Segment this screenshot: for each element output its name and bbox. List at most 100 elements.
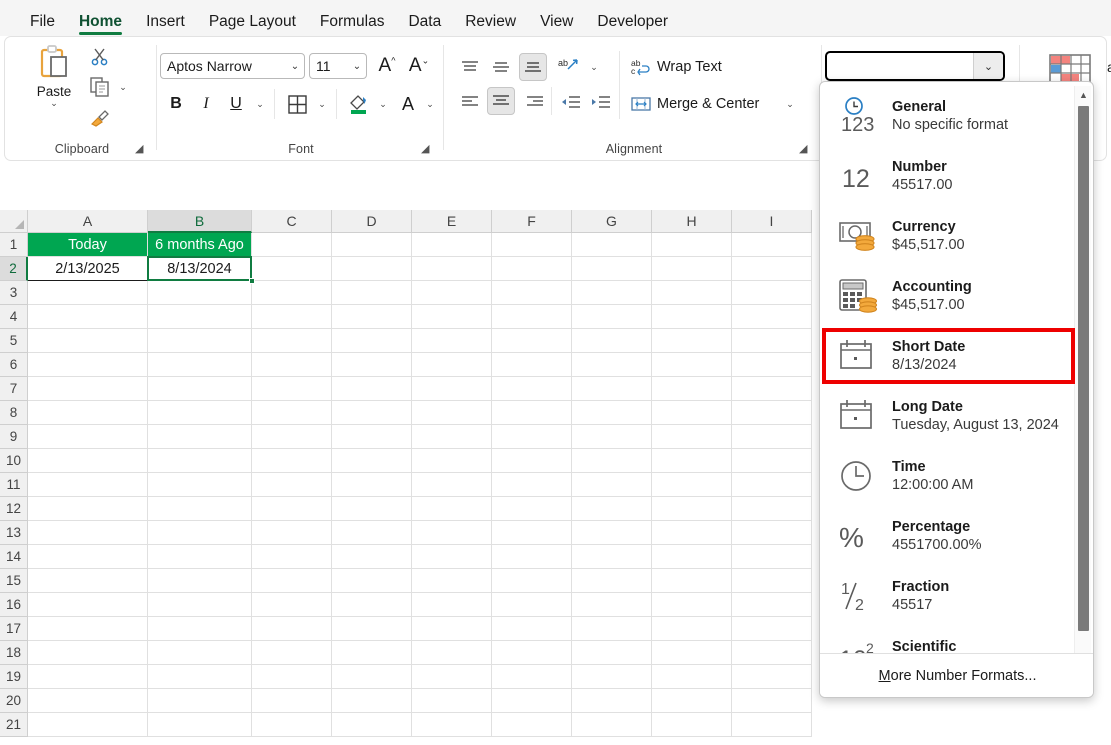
cell-D2[interactable] <box>332 257 412 281</box>
cell-H1[interactable] <box>652 233 732 257</box>
row-header-6[interactable]: 6 <box>0 353 28 377</box>
cell-F17[interactable] <box>492 617 572 641</box>
cell-B6[interactable] <box>148 353 252 377</box>
cell-B4[interactable] <box>148 305 252 329</box>
shrink-font-button[interactable]: A⌄ <box>405 53 433 79</box>
cell-H8[interactable] <box>652 401 732 425</box>
cell-G8[interactable] <box>572 401 652 425</box>
cell-E8[interactable] <box>412 401 492 425</box>
cell-B19[interactable] <box>148 665 252 689</box>
copy-chevron-down-icon[interactable]: ⌄ <box>114 73 132 101</box>
row-header-19[interactable]: 19 <box>0 665 28 689</box>
paste-chevron-down-icon[interactable]: ⌄ <box>50 99 58 108</box>
cell-H20[interactable] <box>652 689 732 713</box>
cell-I4[interactable] <box>732 305 812 329</box>
align-top-button[interactable] <box>457 55 483 79</box>
orientation-button[interactable]: ab <box>555 53 583 81</box>
cell-F12[interactable] <box>492 497 572 521</box>
column-header-a[interactable]: A <box>28 210 148 233</box>
cell-A6[interactable] <box>28 353 148 377</box>
cell-D4[interactable] <box>332 305 412 329</box>
row-header-11[interactable]: 11 <box>0 473 28 497</box>
cell-D12[interactable] <box>332 497 412 521</box>
cell-G13[interactable] <box>572 521 652 545</box>
cell-C10[interactable] <box>252 449 332 473</box>
cell-E16[interactable] <box>412 593 492 617</box>
cell-E20[interactable] <box>412 689 492 713</box>
cell-A3[interactable] <box>28 281 148 305</box>
cell-F11[interactable] <box>492 473 572 497</box>
italic-button[interactable]: I <box>193 91 219 117</box>
cell-I9[interactable] <box>732 425 812 449</box>
cell-C16[interactable] <box>252 593 332 617</box>
ribbon-tab-page-layout[interactable]: Page Layout <box>197 13 308 37</box>
cell-H16[interactable] <box>652 593 732 617</box>
cell-D21[interactable] <box>332 713 412 737</box>
row-header-7[interactable]: 7 <box>0 377 28 401</box>
cell-I16[interactable] <box>732 593 812 617</box>
chevron-down-icon[interactable]: ⌄ <box>973 53 1003 79</box>
decrease-indent-button[interactable] <box>558 89 584 115</box>
cell-C8[interactable] <box>252 401 332 425</box>
cell-D16[interactable] <box>332 593 412 617</box>
cell-H17[interactable] <box>652 617 732 641</box>
cell-A15[interactable] <box>28 569 148 593</box>
cell-C20[interactable] <box>252 689 332 713</box>
cell-E2[interactable] <box>412 257 492 281</box>
ribbon-tab-view[interactable]: View <box>528 13 585 37</box>
fill-color-chevron-down-icon[interactable]: ⌄ <box>374 91 392 117</box>
cell-G11[interactable] <box>572 473 652 497</box>
cell-I13[interactable] <box>732 521 812 545</box>
cell-C3[interactable] <box>252 281 332 305</box>
row-header-4[interactable]: 4 <box>0 305 28 329</box>
cut-button[interactable] <box>85 43 115 71</box>
cell-G16[interactable] <box>572 593 652 617</box>
cell-E14[interactable] <box>412 545 492 569</box>
cell-B16[interactable] <box>148 593 252 617</box>
row-header-10[interactable]: 10 <box>0 449 28 473</box>
cell-D6[interactable] <box>332 353 412 377</box>
align-bottom-button[interactable] <box>519 53 547 81</box>
cell-D5[interactable] <box>332 329 412 353</box>
cell-H12[interactable] <box>652 497 732 521</box>
cell-E21[interactable] <box>412 713 492 737</box>
cell-A21[interactable] <box>28 713 148 737</box>
cell-C9[interactable] <box>252 425 332 449</box>
column-header-b[interactable]: B <box>148 210 252 233</box>
orientation-chevron-down-icon[interactable]: ⌄ <box>585 55 603 79</box>
cell-A18[interactable] <box>28 641 148 665</box>
align-left-button[interactable] <box>457 89 483 115</box>
cell-A17[interactable] <box>28 617 148 641</box>
chevron-down-icon[interactable]: ⌄ <box>348 61 366 72</box>
cell-A11[interactable] <box>28 473 148 497</box>
cell-A5[interactable] <box>28 329 148 353</box>
cell-E11[interactable] <box>412 473 492 497</box>
cell-A19[interactable] <box>28 665 148 689</box>
cell-H11[interactable] <box>652 473 732 497</box>
ribbon-tab-file[interactable]: File <box>18 13 67 37</box>
cell-C7[interactable] <box>252 377 332 401</box>
cell-G10[interactable] <box>572 449 652 473</box>
cell-F16[interactable] <box>492 593 572 617</box>
cell-B10[interactable] <box>148 449 252 473</box>
cell-F15[interactable] <box>492 569 572 593</box>
cell-E7[interactable] <box>412 377 492 401</box>
cell-G5[interactable] <box>572 329 652 353</box>
cell-B12[interactable] <box>148 497 252 521</box>
cell-I15[interactable] <box>732 569 812 593</box>
cell-A12[interactable] <box>28 497 148 521</box>
ribbon-tab-insert[interactable]: Insert <box>134 13 197 37</box>
align-center-button[interactable] <box>487 87 515 115</box>
cell-B5[interactable] <box>148 329 252 353</box>
cell-H19[interactable] <box>652 665 732 689</box>
cell-H2[interactable] <box>652 257 732 281</box>
cell-A13[interactable] <box>28 521 148 545</box>
cell-A9[interactable] <box>28 425 148 449</box>
cell-H5[interactable] <box>652 329 732 353</box>
cell-E1[interactable] <box>412 233 492 257</box>
cell-I6[interactable] <box>732 353 812 377</box>
cell-B2[interactable]: 8/13/2024 <box>148 257 252 281</box>
cell-G1[interactable] <box>572 233 652 257</box>
select-all-corner[interactable] <box>0 210 28 233</box>
cell-H6[interactable] <box>652 353 732 377</box>
